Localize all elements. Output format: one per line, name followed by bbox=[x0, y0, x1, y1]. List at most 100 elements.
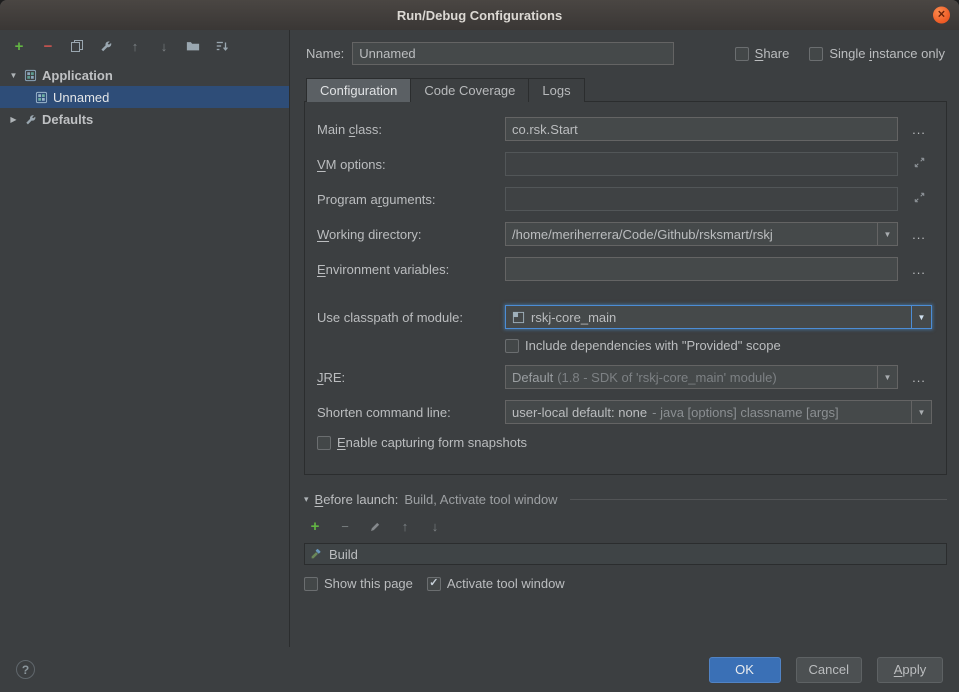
tree-item-application[interactable]: ▼ Application bbox=[0, 64, 289, 86]
before-launch-label: Before launch: bbox=[315, 492, 399, 507]
checkbox-icon: ✓ bbox=[505, 339, 519, 353]
working-directory-browse-button[interactable]: ... bbox=[909, 225, 929, 244]
single-instance-checkbox[interactable]: ✓ Single instance only bbox=[809, 46, 945, 61]
program-arguments-expand-button[interactable] bbox=[910, 189, 929, 209]
move-down-button[interactable]: ↓ bbox=[156, 38, 172, 54]
environment-variables-browse-button[interactable]: ... bbox=[909, 260, 929, 279]
shorten-command-line-label: Shorten command line: bbox=[317, 405, 497, 420]
tab-bar: Configuration Code Coverage Logs bbox=[304, 78, 947, 102]
jre-dropdown-button[interactable]: ▼ bbox=[877, 366, 897, 388]
shorten-command-line-dropdown-button[interactable]: ▼ bbox=[911, 401, 931, 423]
sort-configurations-button[interactable] bbox=[214, 38, 230, 54]
vm-options-expand-button[interactable] bbox=[910, 154, 929, 174]
working-directory-text[interactable] bbox=[506, 227, 877, 242]
chevron-collapsed-icon[interactable]: ▶ bbox=[8, 115, 19, 124]
move-up-button[interactable]: ↑ bbox=[127, 38, 143, 54]
edit-defaults-button[interactable] bbox=[98, 38, 114, 54]
jre-value-hint: (1.8 - SDK of 'rskj-core_main' module) bbox=[553, 370, 777, 385]
working-directory-dropdown-button[interactable]: ▼ bbox=[877, 223, 897, 245]
remove-task-button[interactable]: − bbox=[337, 518, 353, 534]
window-title: Run/Debug Configurations bbox=[397, 8, 562, 23]
classpath-module-combobox[interactable]: rskj-core_main ▼ bbox=[505, 305, 932, 329]
chevron-down-icon: ▼ bbox=[918, 408, 926, 417]
capture-snapshots-checkbox[interactable]: ✓ Enable capturing form snapshots bbox=[317, 435, 932, 450]
tab-logs[interactable]: Logs bbox=[529, 78, 584, 102]
copy-configuration-button[interactable] bbox=[69, 38, 85, 54]
configuration-tab-panel: Main class: ... VM options: bbox=[304, 101, 947, 475]
working-directory-label: Working directory: bbox=[317, 227, 497, 242]
before-launch-collapse-icon[interactable]: ▾ bbox=[304, 494, 309, 505]
jre-combobox[interactable]: Default (1.8 - SDK of 'rskj-core_main' m… bbox=[505, 365, 898, 389]
remove-configuration-button[interactable]: − bbox=[40, 38, 56, 54]
program-arguments-text[interactable] bbox=[506, 192, 897, 207]
check-icon: ✓ bbox=[429, 578, 438, 589]
capture-snapshots-checkbox-label: Enable capturing form snapshots bbox=[337, 435, 527, 450]
add-configuration-button[interactable]: + bbox=[11, 38, 27, 54]
copy-icon bbox=[70, 39, 84, 53]
configurations-tree: ▼ Application Unnamed ▶ bbox=[0, 62, 289, 647]
include-provided-checkbox[interactable]: ✓ Include dependencies with "Provided" s… bbox=[505, 338, 932, 353]
share-checkbox-label: Share bbox=[755, 46, 790, 61]
close-button[interactable]: ✕ bbox=[933, 7, 950, 24]
defaults-wrench-icon bbox=[24, 113, 37, 126]
name-input[interactable] bbox=[352, 42, 674, 65]
main-class-input[interactable] bbox=[505, 117, 898, 141]
classpath-module-label: Use classpath of module: bbox=[317, 310, 497, 325]
expand-icon bbox=[913, 191, 926, 204]
cancel-button[interactable]: Cancel bbox=[796, 657, 862, 683]
apply-button[interactable]: Apply bbox=[877, 657, 943, 683]
tab-configuration[interactable]: Configuration bbox=[306, 78, 411, 102]
environment-variables-input[interactable] bbox=[505, 257, 898, 281]
share-checkbox[interactable]: ✓ Share bbox=[735, 46, 790, 61]
minus-icon: − bbox=[44, 39, 53, 54]
help-button[interactable]: ? bbox=[16, 660, 35, 679]
task-row-build[interactable]: Build bbox=[305, 544, 946, 564]
minus-icon: − bbox=[341, 520, 349, 533]
before-launch-summary: Build, Activate tool window bbox=[404, 492, 557, 507]
chevron-expanded-icon[interactable]: ▼ bbox=[8, 71, 19, 80]
working-directory-combobox[interactable]: ▼ bbox=[505, 222, 898, 246]
shorten-command-line-combobox[interactable]: user-local default: none - java [options… bbox=[505, 400, 932, 424]
task-label: Build bbox=[329, 547, 358, 562]
module-icon bbox=[512, 311, 525, 324]
program-arguments-input[interactable] bbox=[505, 187, 898, 211]
main-class-browse-button[interactable]: ... bbox=[909, 120, 929, 139]
add-task-button[interactable]: + bbox=[307, 518, 323, 534]
application-config-icon bbox=[24, 69, 37, 82]
classpath-module-dropdown-button[interactable]: ▼ bbox=[911, 306, 931, 328]
tree-item-label: Application bbox=[42, 68, 113, 83]
tree-item-defaults[interactable]: ▶ Defaults bbox=[0, 108, 289, 130]
activate-tool-window-checkbox-label: Activate tool window bbox=[447, 576, 565, 591]
program-arguments-label: Program arguments: bbox=[317, 192, 497, 207]
checkbox-icon: ✓ bbox=[809, 47, 823, 61]
environment-variables-text[interactable] bbox=[506, 262, 897, 277]
tab-code-coverage[interactable]: Code Coverage bbox=[411, 78, 529, 102]
create-folder-button[interactable] bbox=[185, 38, 201, 54]
jre-browse-button[interactable]: ... bbox=[909, 368, 929, 387]
move-task-down-button[interactable]: ↓ bbox=[427, 518, 443, 534]
sidebar-toolbar: + − ↑ ↓ bbox=[0, 30, 289, 62]
application-config-icon bbox=[35, 91, 48, 104]
show-this-page-checkbox[interactable]: ✓ Show this page bbox=[304, 576, 413, 591]
expand-icon bbox=[913, 156, 926, 169]
vm-options-label: VM options: bbox=[317, 157, 497, 172]
main-class-label: Main class: bbox=[317, 122, 497, 137]
edit-task-button[interactable] bbox=[367, 518, 383, 534]
vm-options-input[interactable] bbox=[505, 152, 898, 176]
configurations-sidebar: + − ↑ ↓ bbox=[0, 30, 290, 647]
environment-variables-label: Environment variables: bbox=[317, 262, 497, 277]
ok-button[interactable]: OK bbox=[709, 657, 781, 683]
activate-tool-window-checkbox[interactable]: ✓ Activate tool window bbox=[427, 576, 565, 591]
arrow-up-icon: ↑ bbox=[402, 520, 409, 533]
single-instance-checkbox-label: Single instance only bbox=[829, 46, 945, 61]
titlebar: Run/Debug Configurations ✕ bbox=[0, 0, 959, 30]
vm-options-text[interactable] bbox=[506, 157, 897, 172]
checkbox-icon: ✓ bbox=[317, 436, 331, 450]
move-task-up-button[interactable]: ↑ bbox=[397, 518, 413, 534]
dialog-footer: ? OK Cancel Apply bbox=[0, 647, 959, 692]
arrow-down-icon: ↓ bbox=[432, 520, 439, 533]
tree-item-unnamed[interactable]: Unnamed bbox=[0, 86, 289, 108]
classpath-module-value: rskj-core_main bbox=[525, 310, 616, 325]
main-class-text[interactable] bbox=[506, 122, 897, 137]
tree-item-label: Unnamed bbox=[53, 90, 109, 105]
